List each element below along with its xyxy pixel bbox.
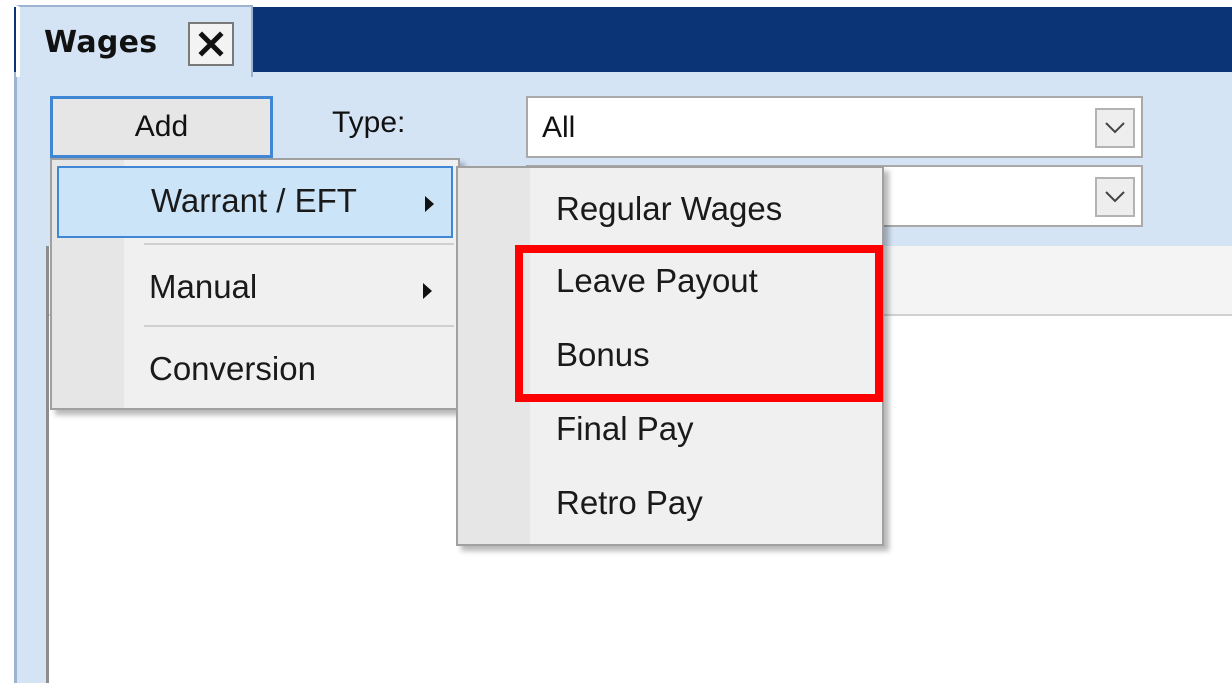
menu-item-warrant-eft[interactable]: Warrant / EFT	[57, 166, 453, 238]
close-icon	[198, 31, 224, 57]
menu-separator	[144, 325, 454, 327]
tab-wages[interactable]: Wages	[16, 5, 253, 77]
type-dropdown-button[interactable]	[1095, 108, 1135, 148]
panel-left-border	[14, 72, 17, 683]
add-menu: Warrant / EFT Manual Conversion	[50, 158, 460, 410]
submenu-item-label: Regular Wages	[556, 190, 783, 227]
type-label: Type:	[332, 106, 406, 139]
submenu-item-final-pay[interactable]: Final Pay	[458, 394, 882, 468]
menu-separator	[144, 243, 454, 245]
tab-title: Wages	[44, 25, 158, 60]
annotation-highlight-box	[515, 245, 883, 402]
submenu-item-label: Final Pay	[556, 410, 694, 447]
submenu-item-label: Retro Pay	[556, 484, 703, 521]
menu-item-label: Manual	[149, 268, 258, 305]
chevron-down-icon	[1105, 191, 1125, 203]
secondary-dropdown-button[interactable]	[1095, 177, 1135, 217]
menu-item-manual[interactable]: Manual	[57, 248, 453, 320]
close-tab-button[interactable]	[188, 22, 234, 66]
menu-item-label: Warrant / EFT	[151, 182, 357, 219]
submenu-arrow-icon	[423, 283, 432, 299]
submenu-arrow-icon	[425, 196, 434, 212]
window-left-edge	[0, 0, 14, 683]
submenu-item-retro-pay[interactable]: Retro Pay	[458, 468, 882, 542]
menu-item-conversion[interactable]: Conversion	[57, 330, 453, 402]
submenu-item-regular-wages[interactable]: Regular Wages	[458, 172, 882, 246]
add-button[interactable]: Add	[50, 96, 273, 158]
menu-item-label: Conversion	[149, 350, 316, 387]
type-select[interactable]: All	[526, 96, 1143, 158]
type-select-value: All	[542, 111, 576, 144]
chevron-down-icon	[1105, 122, 1125, 134]
